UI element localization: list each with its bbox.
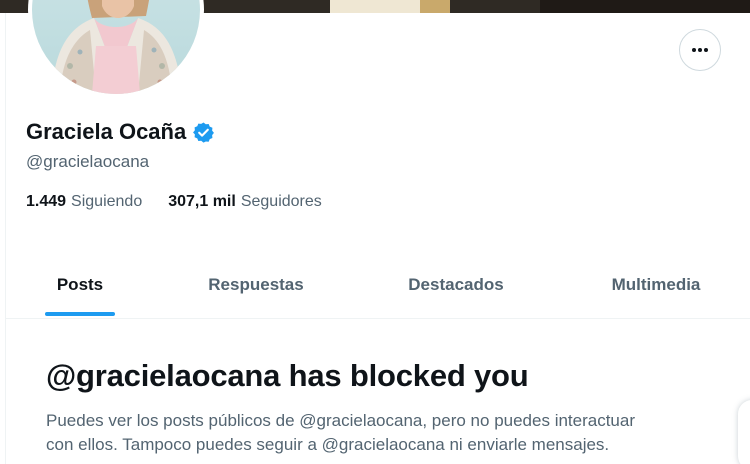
blocked-heading: @gracielaocana has blocked you: [46, 358, 529, 393]
blocked-message-line: Puedes ver los posts públicos de @gracie…: [46, 411, 636, 430]
followers-link[interactable]: 307,1 mil Seguidores: [168, 193, 322, 211]
tab-destacados[interactable]: Destacados: [358, 252, 554, 318]
tab-label: Respuestas: [208, 275, 304, 294]
tab-label: Multimedia: [611, 275, 701, 294]
more-horizontal-icon: [692, 48, 708, 52]
user-handle: @gracielaocana: [26, 152, 150, 171]
avatar-photo: [32, 0, 200, 94]
tab-respuestas[interactable]: Respuestas: [154, 252, 358, 318]
floating-panel-edge[interactable]: [738, 400, 750, 464]
display-name: Graciela Ocaña: [26, 117, 215, 147]
profile-page: Graciela Ocaña @gracielaocana 1.449 Sigu…: [0, 0, 750, 464]
avatar[interactable]: [28, 0, 204, 98]
banner-segment: [330, 0, 420, 13]
follow-stats: 1.449 Siguiendo 307,1 mil Seguidores: [26, 193, 322, 211]
blocked-message: Puedes ver los posts públicos de @gracie…: [46, 409, 726, 457]
profile-tabs: Posts Respuestas Destacados Multimedia: [6, 252, 750, 319]
display-name-text: Graciela Ocaña: [26, 119, 187, 144]
following-link[interactable]: 1.449 Siguiendo: [26, 193, 142, 211]
verified-badge-icon[interactable]: [192, 121, 215, 144]
following-count: 1.449: [26, 193, 67, 210]
tab-multimedia[interactable]: Multimedia: [554, 252, 750, 318]
tab-label: Destacados: [408, 275, 504, 294]
followers-count: 307,1 mil: [168, 193, 236, 210]
banner-segment: [420, 0, 450, 13]
active-tab-indicator: [45, 312, 115, 316]
tab-label: Posts: [56, 275, 104, 294]
more-options-button[interactable]: [679, 29, 721, 71]
following-label: Siguiendo: [71, 193, 143, 210]
followers-label: Seguidores: [240, 193, 322, 210]
blocked-message-line: con ellos. Tampoco puedes seguir a @grac…: [46, 435, 610, 454]
avatar-portrait: [52, 0, 182, 94]
column-divider: [5, 0, 6, 464]
banner-segment: [540, 0, 750, 13]
tab-posts[interactable]: Posts: [6, 252, 154, 318]
